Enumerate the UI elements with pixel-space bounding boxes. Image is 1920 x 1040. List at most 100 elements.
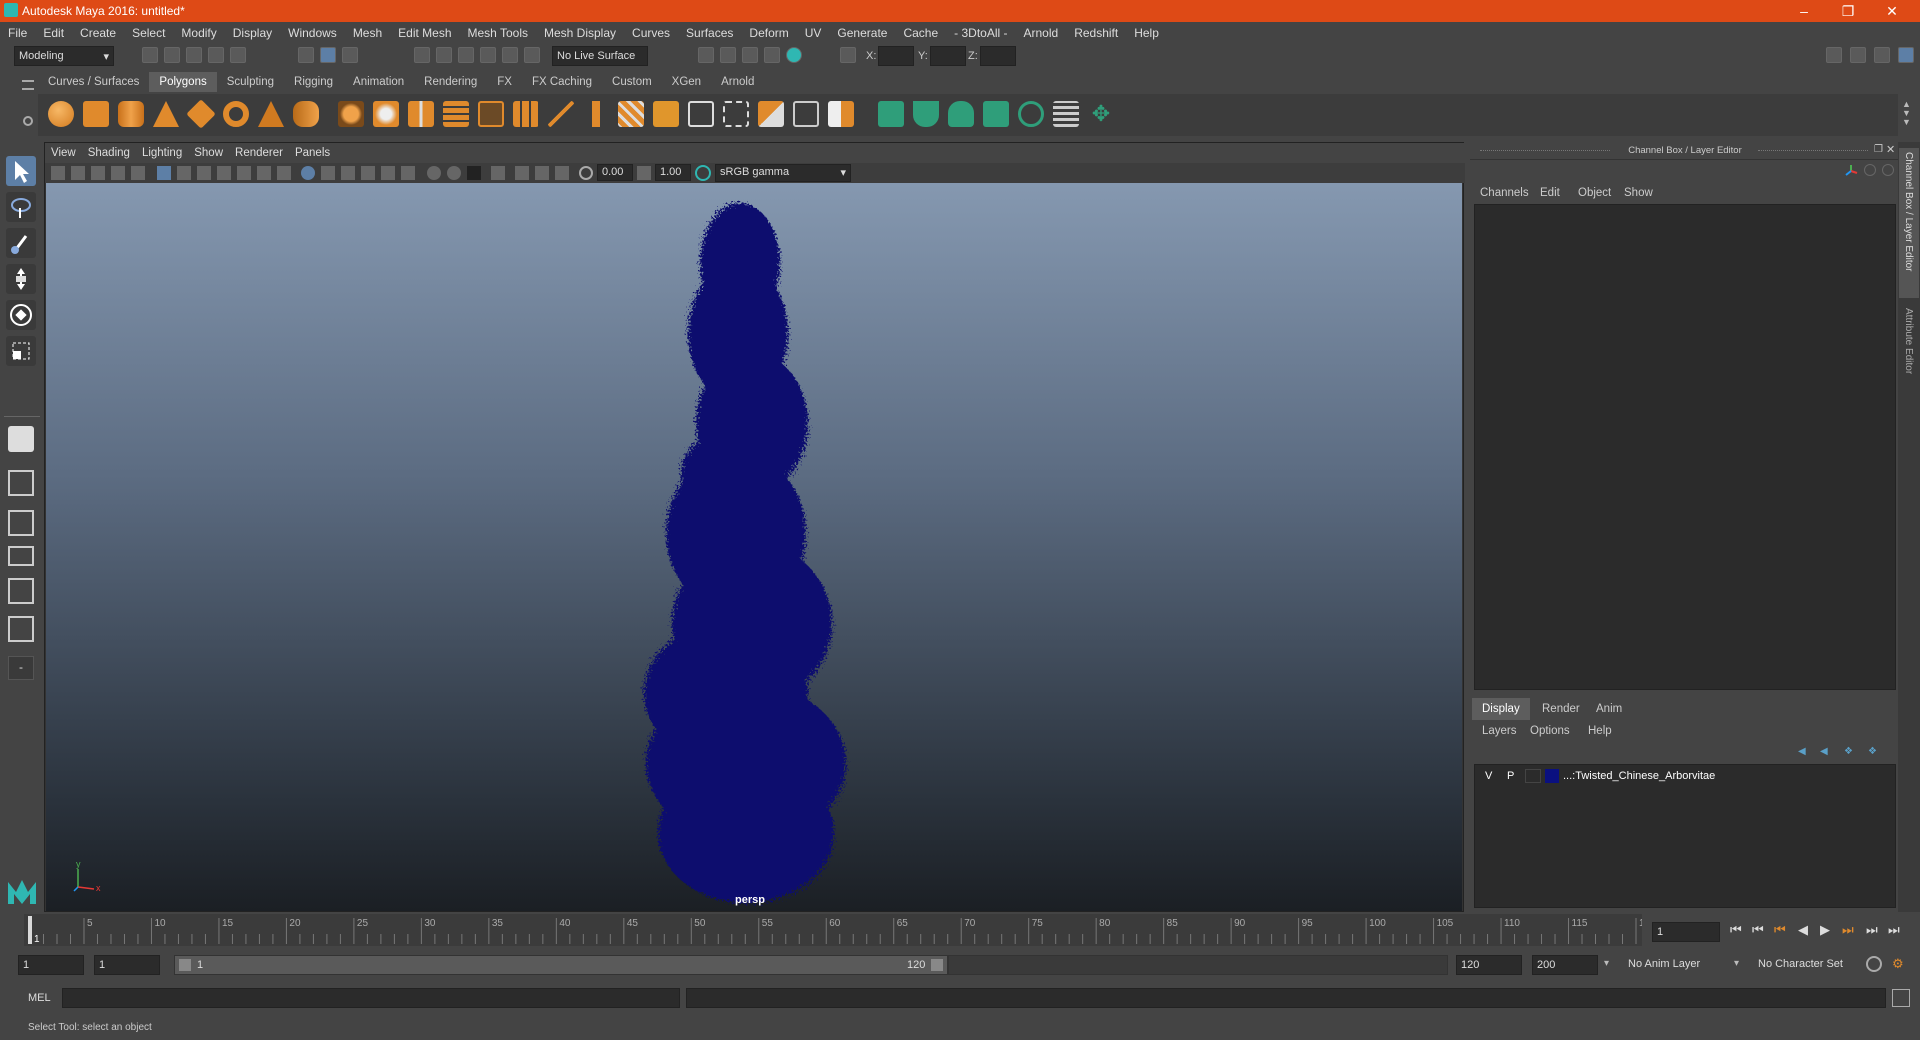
create-layer-from-selection-icon[interactable]: ❖ <box>1868 746 1882 758</box>
motion-blur-icon[interactable] <box>447 166 461 180</box>
render-settings-icon[interactable] <box>764 47 780 63</box>
tab-polygons[interactable]: Polygons <box>149 72 217 92</box>
image-plane-icon[interactable] <box>111 166 125 180</box>
viewport-menu-panels[interactable]: Panels <box>289 143 336 163</box>
menu-uv[interactable]: UV <box>797 22 830 40</box>
command-input[interactable] <box>62 988 680 1008</box>
range-slider-end-handle[interactable] <box>931 959 943 971</box>
layer-help-menu[interactable]: Help <box>1588 725 1612 737</box>
hyper-icon[interactable] <box>1882 164 1894 176</box>
play-backwards-icon[interactable]: ◀ <box>1798 922 1808 938</box>
shadows-icon[interactable] <box>401 166 415 180</box>
perspective-viewport[interactable]: x y persp <box>46 183 1462 911</box>
single-perspective-layout-icon[interactable] <box>8 426 34 452</box>
camera-select-icon[interactable] <box>51 166 65 180</box>
color-management-icon[interactable] <box>695 165 711 181</box>
paint-select-tool-icon[interactable] <box>6 228 36 258</box>
grid-icon[interactable] <box>157 166 171 180</box>
bookmark-icon[interactable] <box>91 166 105 180</box>
mode-select[interactable]: Modeling ▾ <box>14 46 114 66</box>
tab-display[interactable]: Display <box>1472 698 1530 720</box>
unfold-icon[interactable] <box>1018 101 1044 127</box>
tab-custom[interactable]: Custom <box>602 72 662 92</box>
character-set-select[interactable]: No Character Set <box>1752 955 1868 975</box>
automatic-mapping-icon[interactable] <box>983 101 1009 127</box>
redo-icon[interactable] <box>230 47 246 63</box>
play-forwards-icon[interactable]: ▶ <box>1820 922 1830 938</box>
animation-start-field[interactable]: 1 <box>18 955 84 975</box>
channel-box-side-tab[interactable]: Channel Box / Layer Editor <box>1899 148 1919 298</box>
textured-icon[interactable] <box>361 166 375 180</box>
minimize-icon[interactable]: – <box>1782 0 1826 22</box>
select-tool-icon[interactable] <box>6 156 36 186</box>
layer-row[interactable]: V P ...:Twisted_Chinese_Arborvitae <box>1477 767 1893 785</box>
shelf-scroll-icon[interactable]: ▲ ▼ ▼ <box>1902 100 1911 127</box>
z-field[interactable] <box>980 46 1016 66</box>
channel-show-menu[interactable]: Show <box>1624 187 1653 199</box>
screen-space-ao-icon[interactable] <box>427 166 441 180</box>
menu-edit-mesh[interactable]: Edit Mesh <box>390 22 459 40</box>
animation-end-field[interactable]: 200 <box>1532 955 1598 975</box>
live-surface-field[interactable]: No Live Surface <box>552 46 648 66</box>
poly-sphere-icon[interactable] <box>48 101 74 127</box>
step-back-frame-icon[interactable]: ⏮ <box>1752 922 1764 938</box>
tab-fx[interactable]: FX <box>487 72 522 92</box>
menu-arnold[interactable]: Arnold <box>1016 22 1067 40</box>
modeling-toolkit-icon[interactable] <box>1826 47 1842 63</box>
select-hierarchy-icon[interactable] <box>298 47 314 63</box>
append-polygon-icon[interactable] <box>688 101 714 127</box>
poly-cube-icon[interactable] <box>83 101 109 127</box>
anim-layer-chevron-icon[interactable]: ▾ <box>1604 958 1609 969</box>
target-weld-icon[interactable] <box>793 101 819 127</box>
extrude-icon[interactable] <box>478 101 504 127</box>
render-view-icon[interactable] <box>698 47 714 63</box>
current-time-indicator[interactable] <box>28 916 32 944</box>
open-scene-icon[interactable] <box>164 47 180 63</box>
viewport-menu-shading[interactable]: Shading <box>82 143 136 163</box>
channel-list[interactable] <box>1474 204 1896 690</box>
menu-cache[interactable]: Cache <box>895 22 946 40</box>
poly-pyramid-icon[interactable] <box>258 101 284 127</box>
shelf-menu-icon[interactable] <box>22 80 34 90</box>
layer-playback-toggle[interactable]: P <box>1507 770 1514 782</box>
time-slider[interactable]: 5 10 15 20 25 30 35 40 45 50 55 60 65 70 75 80 85 90 95 100… <box>24 914 1656 946</box>
smooth-shade-icon[interactable] <box>321 166 335 180</box>
viewport-menu-show[interactable]: Show <box>188 143 229 163</box>
go-to-start-icon[interactable]: ⏮ <box>1730 922 1742 938</box>
step-back-key-icon[interactable]: ⏮ <box>1774 922 1786 938</box>
poly-torus-icon[interactable] <box>223 101 249 127</box>
menu-select[interactable]: Select <box>124 22 173 40</box>
tree-mesh[interactable] <box>46 183 1462 911</box>
gate-mask-icon[interactable] <box>217 166 231 180</box>
gamma-icon[interactable] <box>637 166 651 180</box>
x-field[interactable] <box>878 46 914 66</box>
lasso-tool-icon[interactable] <box>6 192 36 222</box>
spherical-mapping-icon[interactable] <box>948 101 974 127</box>
persp-outliner-layout-icon[interactable] <box>8 510 34 536</box>
attribute-editor-toggle-icon[interactable] <box>1850 47 1866 63</box>
combine-icon[interactable] <box>338 101 364 127</box>
poly-cylinder-icon[interactable] <box>118 101 144 127</box>
script-editor-icon[interactable] <box>1892 989 1910 1007</box>
merge-icon[interactable] <box>723 101 749 127</box>
playback-start-field[interactable]: 1 <box>94 955 160 975</box>
xray-components-icon[interactable] <box>555 166 569 180</box>
layer-name[interactable]: ...:Twisted_Chinese_Arborvitae <box>1563 770 1715 782</box>
uv-grid-icon[interactable] <box>1053 101 1079 127</box>
channel-box-toggle-icon[interactable] <box>1898 47 1914 63</box>
four-view-layout-icon[interactable] <box>8 470 34 496</box>
menu-generate[interactable]: Generate <box>829 22 895 40</box>
planar-mapping-icon[interactable] <box>878 101 904 127</box>
tab-anim[interactable]: Anim <box>1586 698 1632 720</box>
use-all-lights-icon[interactable] <box>381 166 395 180</box>
layer-color-swatch[interactable] <box>1545 769 1559 783</box>
channel-edit-menu[interactable]: Edit <box>1540 187 1560 199</box>
shelf-settings-icon[interactable] <box>23 116 33 126</box>
move-layer-up-icon[interactable]: ◀ <box>1798 746 1812 758</box>
menu-file[interactable]: File <box>0 22 35 40</box>
channel-object-menu[interactable]: Object <box>1578 187 1611 199</box>
move-layer-down-icon[interactable]: ◀ <box>1820 746 1834 758</box>
menu-mesh-display[interactable]: Mesh Display <box>536 22 624 40</box>
select-object-icon[interactable] <box>320 47 336 63</box>
wireframe-on-shaded-icon[interactable] <box>341 166 355 180</box>
